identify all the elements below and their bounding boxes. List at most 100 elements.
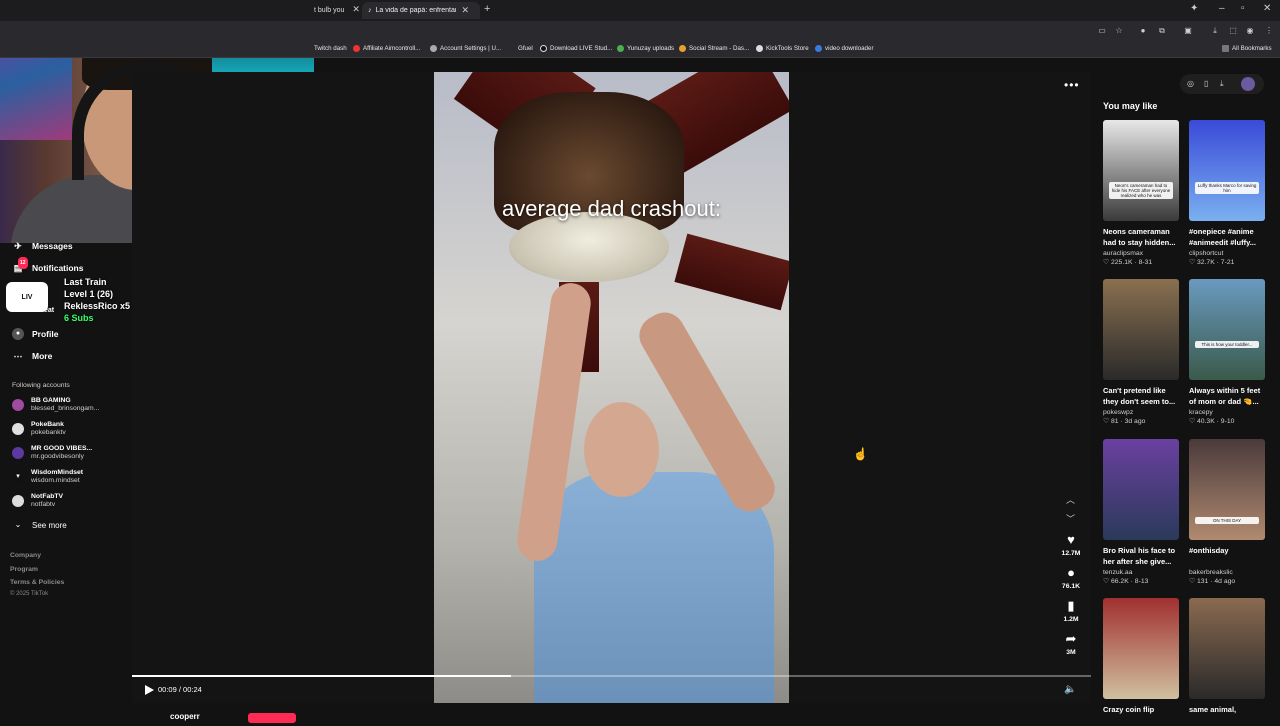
all-bookmarks[interactable]: All Bookmarks [1222, 45, 1272, 52]
bookmark-item[interactable]: Download LIVE Stud... [540, 45, 612, 52]
recommended-video-card[interactable]: Crazy coin flip [1103, 598, 1179, 726]
following-account[interactable]: ▾ WisdomMindset wisdom.mindset [12, 469, 83, 485]
card-title: #onepiece #anime #animeedit #luffy... [1189, 227, 1256, 247]
recommended-video-card[interactable]: Neon's cameraman had to hide his FACE af… [1103, 120, 1179, 266]
minimize-icon[interactable]: – [1219, 3, 1225, 14]
bookmark-item[interactable]: KickTools Store [756, 45, 809, 52]
sidebar-item-more[interactable]: ⋯ More [12, 350, 53, 362]
star-icon[interactable]: ✦ [1190, 3, 1198, 14]
footer-link[interactable]: Company [10, 552, 41, 559]
screenshot-icon[interactable]: ⬚ [1228, 26, 1238, 36]
heart-outline-icon: ♡ [1103, 259, 1111, 266]
following-account[interactable]: PokeBank pokebanktv [12, 421, 66, 437]
avatar[interactable]: ◉ [1245, 26, 1255, 36]
folder-icon [1222, 45, 1229, 52]
following-account[interactable]: BB GAMING blessed_brinsongam... [12, 397, 99, 413]
card-meta: ♡ 225.1K · 8-31 [1103, 259, 1153, 266]
card-username: pokeswpz [1103, 409, 1134, 416]
person-face [584, 402, 659, 497]
video-thumbnail: This is how your toddler... [1189, 279, 1265, 380]
share-icon: ➦ [1065, 631, 1077, 646]
close-icon[interactable]: ✕ [352, 4, 360, 14]
card-title: same animal, [1189, 705, 1237, 714]
following-account[interactable]: NotFabTV notfabtv [12, 493, 63, 509]
avatar[interactable] [1241, 77, 1255, 91]
heart-outline-icon: ♡ [1103, 418, 1111, 425]
recommended-video-card[interactable]: This is how your toddler... Always within… [1189, 279, 1265, 425]
bookmark-item[interactable]: video downloader [815, 45, 874, 52]
train-icon: LIV [6, 282, 48, 312]
sidebar-item-notifications[interactable]: ▤ 12 Notifications [12, 257, 83, 274]
stream-overlay-text: Last Train Level 1 (26) ReklessRico x5 6… [64, 277, 131, 323]
post-date: 7-21 [1220, 259, 1235, 266]
bookmark-item[interactable]: Affiliate Aimcontroll... [353, 45, 420, 52]
new-tab-icon[interactable]: + [484, 3, 490, 15]
avatar [12, 399, 24, 411]
video-player[interactable] [434, 72, 789, 703]
video-thumbnail: ON THIS DAY [1189, 439, 1265, 540]
post-date: 4d ago [1214, 578, 1236, 585]
following-account[interactable]: MR GOOD VIBES... mr.goodvibesonly [12, 445, 92, 461]
recommended-video-card[interactable]: Luffy thanks Marco for saving him #onepie… [1189, 120, 1265, 266]
browser-tab-active[interactable]: ♪ La vida de papá: enfrentando o ✕ [362, 2, 480, 19]
compass-icon[interactable]: ◎ [1187, 79, 1194, 88]
menu-kebab-icon[interactable]: ⋮ [1264, 26, 1274, 36]
bookmark-button[interactable]: ▮ 1.2M [1055, 598, 1087, 624]
comment-button[interactable]: ● 76.1K [1055, 566, 1087, 591]
sidebar-icon[interactable]: ▣ [1183, 26, 1193, 36]
follow-button[interactable] [248, 713, 296, 723]
close-icon[interactable]: ✕ [462, 5, 470, 16]
footer-link[interactable]: Terms & Policies [10, 579, 64, 586]
card-meta: ♡ 40.3K · 9-10 [1189, 418, 1235, 425]
card-username: auraclipsmax [1103, 250, 1144, 257]
card-username: kracepy [1189, 409, 1213, 416]
close-window-icon[interactable]: ✕ [1263, 3, 1271, 14]
bookmark-favicon [430, 45, 437, 52]
recommended-video-card[interactable]: Bro Rival his face to her after she give… [1103, 439, 1179, 585]
avatar: ▾ [12, 471, 24, 483]
bookmark-star-icon[interactable]: ☆ [1114, 26, 1124, 36]
thumbnail-text: Neon's cameraman had to hide his FACE af… [1109, 182, 1173, 199]
recommended-video-card[interactable]: same animal, [1189, 598, 1265, 726]
share-button[interactable]: ➦ 3M [1055, 631, 1087, 657]
avatar [12, 447, 24, 459]
card-title: Can't pretend like they don't seem to... [1103, 386, 1176, 406]
bell-icon: ▤ 12 [12, 257, 28, 274]
see-more-link[interactable]: ⌄ See more [12, 519, 67, 531]
fan-blade [674, 233, 789, 311]
cast-icon[interactable]: ▭ [1097, 26, 1107, 36]
bookmark-item[interactable]: Gfuel [518, 45, 533, 52]
like-button[interactable]: ♥ 12.7M [1055, 533, 1087, 558]
recommended-video-card[interactable]: ON THIS DAY #onthisday bakerbreakslic ♡ 131… [1189, 439, 1265, 585]
bookmark-item[interactable]: Account Settings | U... [430, 45, 501, 52]
next-video-icon[interactable]: ﹀ [1066, 512, 1075, 525]
volume-icon[interactable]: 🔈 [1064, 684, 1078, 696]
bookmark-icon: ▮ [1067, 598, 1075, 613]
puzzle-icon[interactable]: ⧉ [1157, 26, 1167, 36]
more-options-icon[interactable]: ••• [1064, 78, 1080, 92]
sidebar-item-profile[interactable]: ● Profile [12, 328, 58, 340]
restore-icon[interactable]: ▫ [1241, 3, 1245, 14]
previous-video-icon[interactable]: ︿ [1066, 493, 1075, 506]
download-icon[interactable]: ⤓ [1210, 26, 1220, 36]
sidebar-item-messages[interactable]: ✈ Messages [12, 240, 72, 252]
bookmark-favicon [353, 45, 360, 52]
card-username: tenzuk.aa [1103, 569, 1133, 576]
bookmark-item[interactable]: Yunuzay uploads [617, 45, 674, 52]
footer-link[interactable]: Program [10, 566, 38, 573]
extension-icon[interactable]: ● [1138, 26, 1148, 36]
tiktok-icon: ♪ [368, 7, 372, 14]
video-thumbnail [1103, 598, 1179, 699]
bookmark-item[interactable]: Twitch dash [314, 45, 347, 52]
video-caption: average dad crashout: [502, 196, 721, 221]
browser-tab-strip [0, 0, 1280, 21]
bookmark-item[interactable]: Social Stream - Das... [679, 45, 749, 52]
thumbnail-text: Luffy thanks Marco for saving him [1195, 182, 1259, 194]
bookmark-favicon [756, 45, 763, 52]
device-icon[interactable]: ▯ [1204, 79, 1208, 88]
play-icon[interactable] [143, 684, 155, 696]
recommended-video-card[interactable]: Can't pretend like they don't seem to...… [1103, 279, 1179, 425]
progress-bar[interactable] [132, 675, 1091, 677]
download-icon[interactable]: ⤓ [1220, 79, 1224, 89]
browser-tab[interactable]: t bulb you ✕ [314, 4, 362, 15]
